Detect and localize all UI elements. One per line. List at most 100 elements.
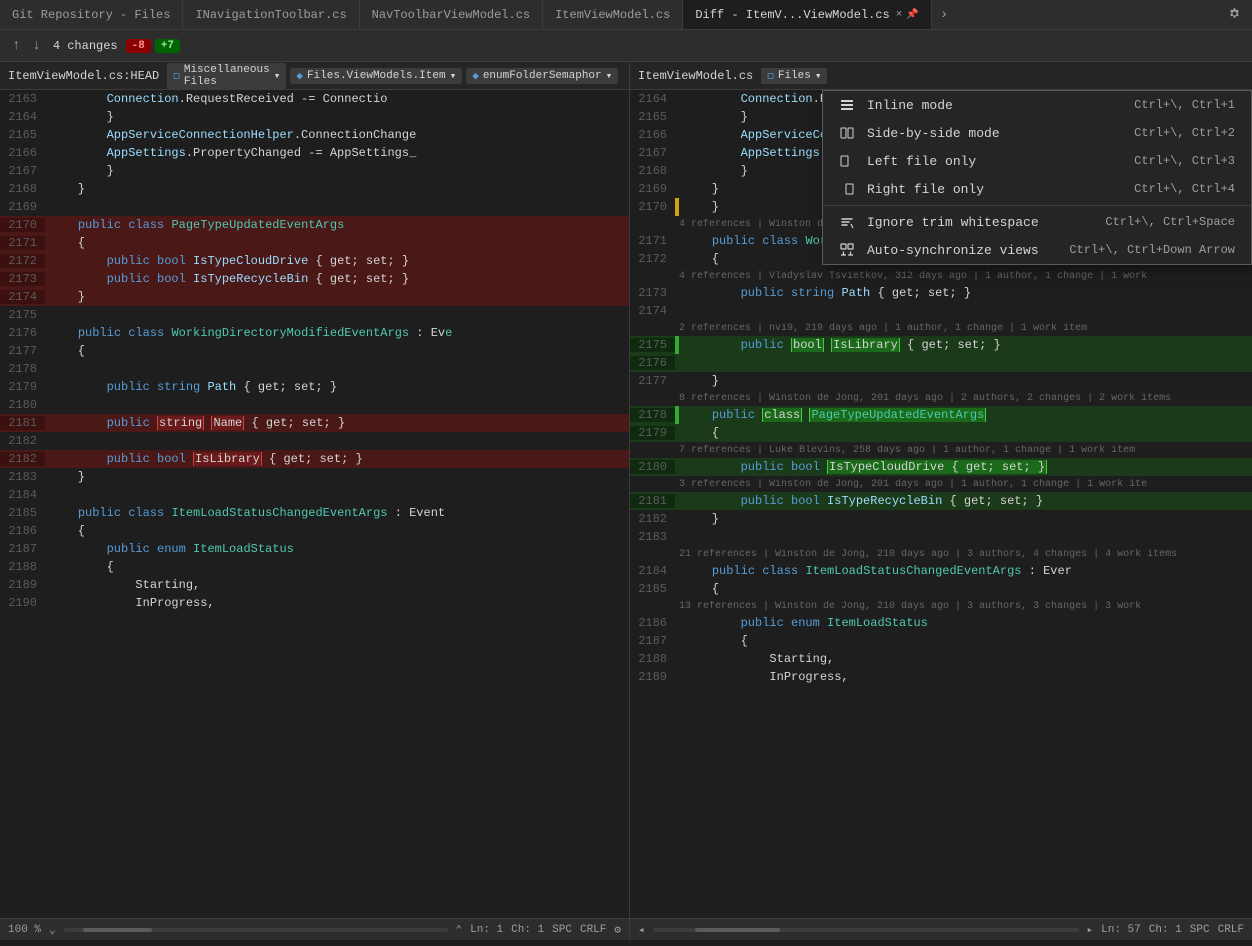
table-row: 2170 public class PageTypeUpdatedEventAr… [0, 216, 629, 234]
left-eol-label: CRLF [580, 924, 606, 936]
table-row: 2175 public bool IsLibrary { get; set; } [630, 336, 1252, 354]
table-row: 2175 [0, 306, 629, 324]
table-row: 2178 [0, 360, 629, 378]
table-row: 2176 public class WorkingDirectoryModifi… [0, 324, 629, 342]
breadcrumb-files-viewmodels[interactable]: ◆ Files.ViewModels.Item ▾ [290, 68, 462, 84]
table-row: 2167 } [0, 162, 629, 180]
files-viewmodels-chevron: ▾ [450, 69, 457, 83]
dropdown-item-auto-sync[interactable]: Auto-synchronize views Ctrl+\, Ctrl+Down… [823, 236, 1251, 264]
tab-diff-close-icon[interactable]: × [896, 9, 903, 21]
dropdown-item-sidebyside[interactable]: Side-by-side mode Ctrl+\, Ctrl+2 [823, 119, 1251, 147]
misc-files-chevron: ▾ [274, 69, 281, 83]
tab-navtoolbarvm[interactable]: NavToolbarViewModel.cs [360, 0, 543, 30]
tab-inavtoolbar[interactable]: INavigationToolbar.cs [183, 0, 359, 30]
table-row: 2182 [0, 432, 629, 450]
table-row: 2177 } [630, 372, 1252, 390]
tab-itemviewmodel[interactable]: ItemViewModel.cs [543, 0, 683, 30]
auto-sync-icon [839, 242, 855, 258]
table-row: 2181 public string Name { get; set; } [0, 414, 629, 432]
tab-git-repo-label: Git Repository - Files [12, 8, 170, 22]
code-annotation: 4 references | Vladyslav Tsvietkov, 312 … [630, 268, 1252, 284]
left-only-shortcut: Ctrl+\, Ctrl+3 [1134, 154, 1235, 168]
nav-down-button[interactable]: ↓ [28, 36, 44, 56]
enum-folder-label: enumFolderSemaphor [483, 70, 602, 82]
left-encoding-label: SPC [552, 924, 572, 936]
tab-diff-pin-icon[interactable]: 📌 [906, 9, 918, 21]
side-by-side-icon [839, 125, 855, 141]
code-annotation: 3 references | Winston de Jong, 201 days… [630, 476, 1252, 492]
table-row: 2169 [0, 198, 629, 216]
tab-overflow-button[interactable]: › [932, 7, 956, 23]
breadcrumb-misc-files[interactable]: ◻ Miscellaneous Files ▾ [167, 63, 286, 89]
dropdown-item-right-only[interactable]: Right file only Ctrl+\, Ctrl+4 [823, 175, 1251, 203]
nav-up-button[interactable]: ↑ [8, 36, 24, 56]
right-scroll-right-icon[interactable]: ▸ [1087, 923, 1094, 937]
table-row: 2182 public bool IsLibrary { get; set; } [0, 450, 629, 468]
tab-git-repo[interactable]: Git Repository - Files [0, 0, 183, 30]
right-file-info: ItemViewModel.cs ◻ Files ▾ [630, 68, 1252, 84]
table-row: 2183 [630, 528, 1252, 546]
table-row: 2177 { [0, 342, 629, 360]
tab-diff-label: Diff - ItemV...ViewModel.cs [695, 8, 889, 22]
code-annotation: 13 references | Winston de Jong, 210 day… [630, 598, 1252, 614]
table-row: 2174 } [0, 288, 629, 306]
tab-itemviewmodel-label: ItemViewModel.cs [555, 8, 670, 22]
files-chevron: ▾ [815, 69, 822, 83]
table-row: 2172 public bool IsTypeCloudDrive { get;… [0, 252, 629, 270]
tab-navtoolbarvm-label: NavToolbarViewModel.cs [372, 8, 530, 22]
left-ch-label: Ch: 1 [511, 924, 544, 936]
table-row: 2173 public string Path { get; set; } [630, 284, 1252, 302]
left-config-icon[interactable]: ⚙ [614, 923, 621, 937]
right-only-label: Right file only [867, 182, 1122, 197]
inline-mode-shortcut: Ctrl+\, Ctrl+1 [1134, 98, 1235, 112]
table-row: 2181 public bool IsTypeRecycleBin { get;… [630, 492, 1252, 510]
deletions-badge: -8 [126, 39, 151, 53]
dropdown-item-left-only[interactable]: Left file only Ctrl+\, Ctrl+3 [823, 147, 1251, 175]
table-row: 2188 Starting, [630, 650, 1252, 668]
dropdown-separator [823, 205, 1251, 206]
table-row: 2165 AppServiceConnectionHelper.Connecti… [0, 126, 629, 144]
right-scroll-left-icon[interactable]: ◂ [638, 923, 645, 937]
right-ch-label: Ch: 1 [1149, 924, 1182, 936]
code-annotation: 7 references | Luke Blevins, 258 days ag… [630, 442, 1252, 458]
gear-icon [1226, 7, 1242, 23]
breadcrumb-enum-folder[interactable]: ◆ enumFolderSemaphor ▾ [466, 68, 618, 84]
table-row: 2187 { [630, 632, 1252, 650]
right-only-shortcut: Ctrl+\, Ctrl+4 [1134, 182, 1235, 196]
inline-mode-label: Inline mode [867, 98, 1122, 113]
table-row: 2189 Starting, [0, 576, 629, 594]
files-viewmodels-label: Files.ViewModels.Item [307, 70, 446, 82]
right-eol-label: CRLF [1218, 924, 1244, 936]
zoom-up-icon[interactable]: ⌃ [456, 923, 463, 937]
table-row: 2173 public bool IsTypeRecycleBin { get;… [0, 270, 629, 288]
main-content: 2163 Connection.RequestReceived -= Conne… [0, 90, 1252, 918]
table-row: 2174 [630, 302, 1252, 320]
table-row: 2182 } [630, 510, 1252, 528]
code-annotation: 8 references | Winston de Jong, 201 days… [630, 390, 1252, 406]
left-file-info: ItemViewModel.cs:HEAD ◻ Miscellaneous Fi… [0, 63, 630, 89]
table-row: 2185 { [630, 580, 1252, 598]
settings-gear-button[interactable] [1216, 0, 1252, 30]
zoom-down-icon[interactable]: ⌄ [49, 923, 56, 937]
dropdown-item-ignore-trim[interactable]: Ignore trim whitespace Ctrl+\, Ctrl+Spac… [823, 208, 1251, 236]
table-row: 2178 public class PageTypeUpdatedEventAr… [630, 406, 1252, 424]
zoom-level[interactable]: 100 % [8, 924, 41, 936]
tab-diff-itemviewmodel[interactable]: Diff - ItemV...ViewModel.cs × 📌 [683, 0, 932, 30]
toolbar: ↑ ↓ 4 changes -8 +7 [0, 30, 1252, 62]
left-code-panel: 2163 Connection.RequestReceived -= Conne… [0, 90, 630, 918]
side-by-side-shortcut: Ctrl+\, Ctrl+2 [1134, 126, 1235, 140]
dropdown-item-inline[interactable]: Inline mode Ctrl+\, Ctrl+1 [823, 91, 1251, 119]
inline-mode-icon [839, 97, 855, 113]
left-code-content[interactable]: 2163 Connection.RequestReceived -= Conne… [0, 90, 629, 918]
breadcrumb-files[interactable]: ◻ Files ▾ [761, 68, 827, 84]
left-ln-label: Ln: 1 [470, 924, 503, 936]
right-status-bar: ◂ ▸ Ln: 57 Ch: 1 SPC CRLF [630, 919, 1252, 940]
table-row: 2171 { [0, 234, 629, 252]
right-code-panel: 2164 Connection.RequestReceived -= Conne… [630, 90, 1252, 918]
misc-files-label: Miscellaneous Files [184, 64, 270, 88]
left-file-label: ItemViewModel.cs:HEAD [8, 69, 159, 83]
table-row: 2166 AppSettings.PropertyChanged -= AppS… [0, 144, 629, 162]
scroll-thumb-left [83, 928, 152, 932]
toolbar-left: ↑ ↓ 4 changes -8 +7 [8, 36, 180, 56]
table-row: 2184 public class ItemLoadStatusChangedE… [630, 562, 1252, 580]
